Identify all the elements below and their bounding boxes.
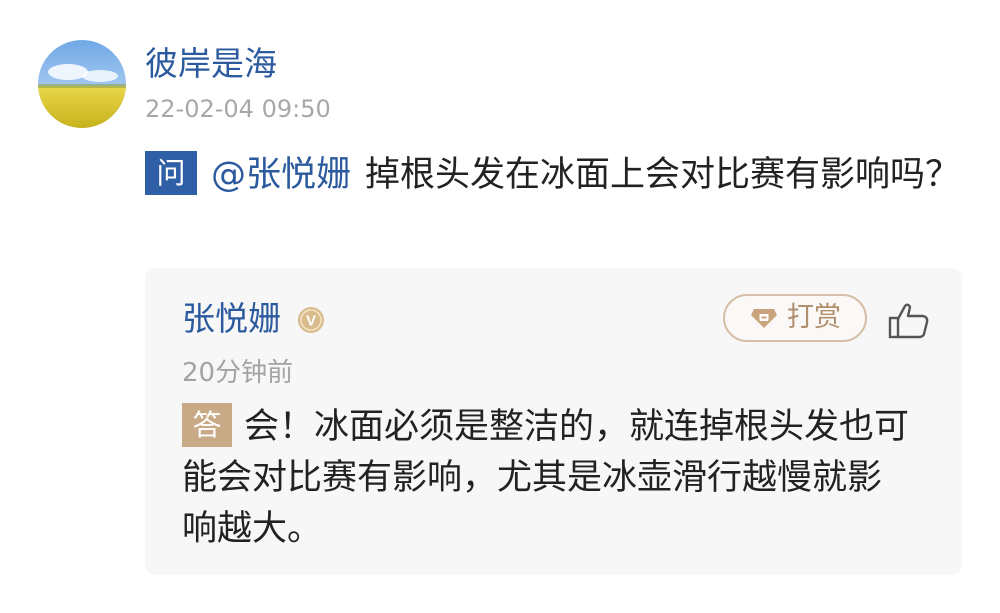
tip-button[interactable]: 打赏 xyxy=(723,294,867,342)
question-timestamp: 22-02-04 09:50 xyxy=(145,95,331,123)
asker-name[interactable]: 彼岸是海 xyxy=(145,44,277,84)
question-text: 掉根头发在冰面上会对比赛有影响吗？ xyxy=(365,155,961,195)
answer-text: 会！冰面必须是整洁的，就连掉根头发也可能会对比赛有影响，尤其是冰壶滑行越慢就影响… xyxy=(182,407,910,549)
answer-tag: 答 xyxy=(182,403,232,447)
svg-text:V: V xyxy=(306,313,316,330)
avatar[interactable] xyxy=(38,40,126,128)
mention-link[interactable]: @张悦姗 xyxy=(211,155,351,195)
question-tag: 问 xyxy=(145,151,197,195)
answer-card: 张悦姗 V 打赏 20分钟前 答会！冰面必须是整洁的，就连掉根头发也可能会对比赛… xyxy=(145,268,962,575)
tip-label: 打赏 xyxy=(787,302,841,333)
avatar-image xyxy=(38,40,126,128)
answer-text-block: 答会！冰面必须是整洁的，就连掉根头发也可能会对比赛有影响，尤其是冰壶滑行越慢就影… xyxy=(182,402,912,555)
answerer-name[interactable]: 张悦姗 xyxy=(182,298,281,340)
gift-coin-icon xyxy=(751,309,777,328)
answer-time: 20分钟前 xyxy=(182,358,294,388)
verified-v-icon: V xyxy=(298,307,324,333)
thumbs-up-icon[interactable] xyxy=(888,302,930,340)
question-text-block: 问 @张悦姗 掉根头发在冰面上会对比赛有影响吗？ xyxy=(145,148,965,202)
